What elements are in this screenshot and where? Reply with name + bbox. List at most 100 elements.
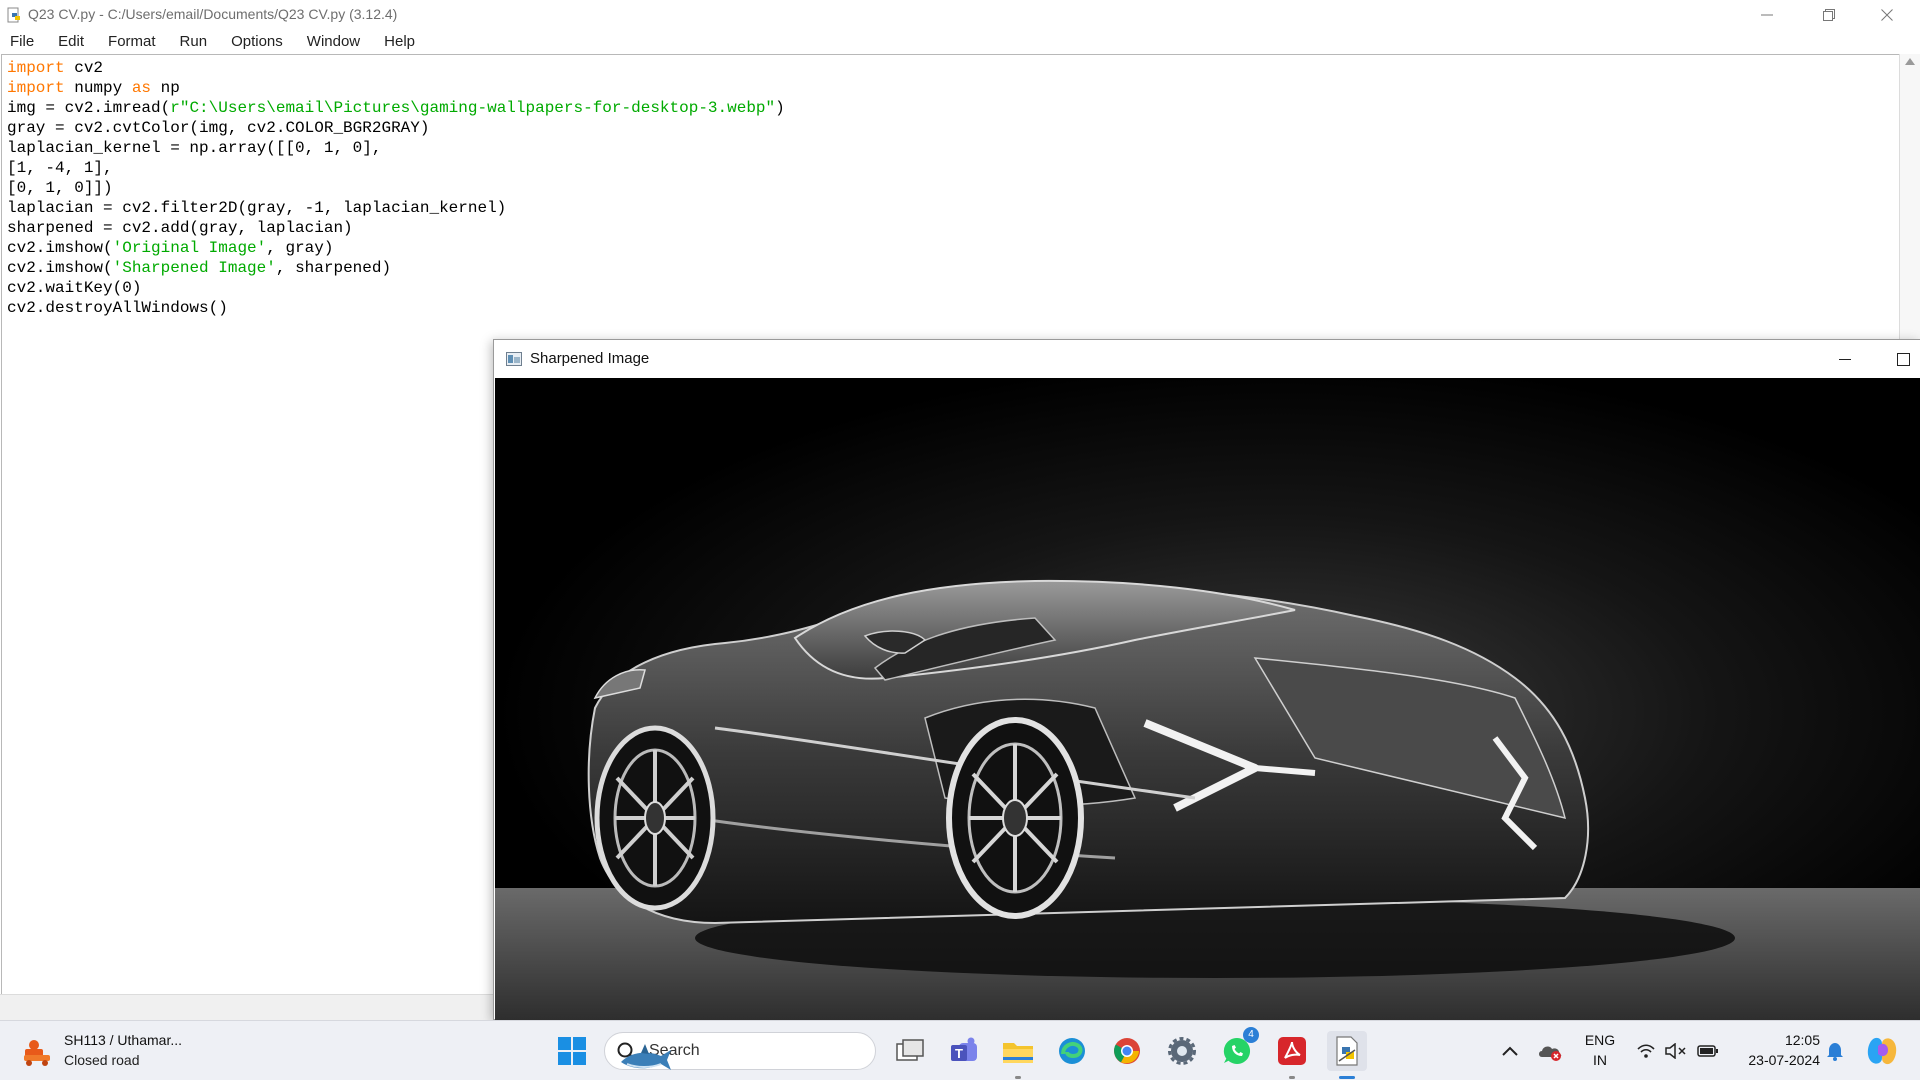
idle-taskbar-button[interactable] bbox=[1327, 1031, 1367, 1071]
code-line: laplacian_kernel = np.array([[0, 1, 0], bbox=[7, 138, 785, 158]
code-token: laplacian = cv2.filter2D(gray, -1, lapla… bbox=[7, 199, 507, 217]
idle-titlebar[interactable]: Q23 CV.py - C:/Users/email/Documents/Q23… bbox=[0, 0, 1920, 29]
search-highlight-shark-icon bbox=[621, 1044, 671, 1070]
code-token: numpy bbox=[64, 79, 132, 97]
notifications-button[interactable] bbox=[1818, 1031, 1852, 1071]
road-closed-icon bbox=[24, 1040, 50, 1066]
code-token: [1, -4, 1], bbox=[7, 159, 113, 177]
menu-help[interactable]: Help bbox=[378, 33, 415, 50]
notification-icon bbox=[1827, 1043, 1843, 1061]
idle-icon bbox=[1336, 1036, 1358, 1066]
clock-date[interactable]: 23-07-2024 bbox=[1730, 1052, 1820, 1068]
code-token: cv2.imshow( bbox=[7, 239, 113, 257]
menu-edit[interactable]: Edit bbox=[52, 33, 84, 50]
code-line: [1, -4, 1], bbox=[7, 158, 785, 178]
show-hidden-icons-button[interactable] bbox=[1493, 1031, 1527, 1071]
code-keyword: import bbox=[7, 79, 65, 97]
code-keyword: as bbox=[131, 79, 152, 97]
cv-minimize-button[interactable] bbox=[1831, 346, 1859, 372]
code-token: cv2.waitKey(0) bbox=[7, 279, 142, 297]
file-explorer-button[interactable] bbox=[998, 1031, 1038, 1071]
cv-titlebar[interactable]: Sharpened Image bbox=[494, 340, 1920, 378]
code-text: import cv2 import numpy as np img = cv2.im… bbox=[7, 58, 785, 318]
code-token: sharpened = cv2.add(gray, laplacian) bbox=[7, 219, 353, 237]
start-button[interactable] bbox=[552, 1031, 592, 1071]
whatsapp-button[interactable]: 4 bbox=[1217, 1027, 1259, 1071]
rear-wheel bbox=[594, 725, 716, 911]
language-line2[interactable]: IN bbox=[1579, 1052, 1621, 1068]
task-view-button[interactable] bbox=[890, 1031, 930, 1071]
code-line: laplacian = cv2.filter2D(gray, -1, lapla… bbox=[7, 198, 785, 218]
volume-muted-icon bbox=[1665, 1043, 1686, 1059]
menu-run[interactable]: Run bbox=[174, 33, 208, 50]
scroll-up-arrow-icon[interactable] bbox=[1905, 58, 1915, 65]
acrobat-running-indicator bbox=[1289, 1076, 1295, 1079]
task-view-icon bbox=[896, 1039, 924, 1061]
code-token: cv2 bbox=[64, 59, 104, 77]
weather-subtitle: Closed road bbox=[64, 1052, 140, 1068]
code-line: cv2.waitKey(0) bbox=[7, 278, 785, 298]
code-line: gray = cv2.cvtColor(img, cv2.COLOR_BGR2G… bbox=[7, 118, 785, 138]
code-token: img = cv2.imread( bbox=[7, 99, 171, 117]
svg-text:T: T bbox=[955, 1046, 963, 1061]
restore-button[interactable] bbox=[1800, 0, 1858, 29]
menu-file[interactable]: File bbox=[4, 33, 34, 50]
code-line: sharpened = cv2.add(gray, laplacian) bbox=[7, 218, 785, 238]
volume-button[interactable] bbox=[1661, 1031, 1691, 1071]
menu-bar: File Edit Format Run Options Window Help bbox=[0, 29, 1920, 54]
code-string: r"C:\Users\email\Pictures\gaming-wallpap… bbox=[170, 99, 776, 117]
weather-title: SH113 / Uthamar... bbox=[64, 1032, 183, 1048]
battery-button[interactable] bbox=[1691, 1031, 1725, 1071]
code-token: gray = cv2.cvtColor(img, cv2.COLOR_BGR2G… bbox=[7, 119, 430, 137]
wifi-button[interactable] bbox=[1631, 1031, 1661, 1071]
edge-icon bbox=[1059, 1038, 1085, 1064]
code-line: cv2.imshow('Original Image', gray) bbox=[7, 238, 785, 258]
chrome-button[interactable] bbox=[1107, 1031, 1147, 1071]
opencv-window-icon bbox=[506, 352, 522, 366]
cv-maximize-button[interactable] bbox=[1889, 346, 1917, 372]
code-line: import cv2 bbox=[7, 58, 785, 78]
menu-window[interactable]: Window bbox=[301, 33, 360, 50]
code-line: img = cv2.imread(r"C:\Users\email\Pictur… bbox=[7, 98, 785, 118]
code-token: ) bbox=[775, 99, 785, 117]
sharpened-image-window: Sharpened Image bbox=[493, 339, 1920, 1020]
settings-icon bbox=[1168, 1037, 1196, 1065]
taskbar-search[interactable]: Search bbox=[604, 1032, 876, 1070]
onedrive-button[interactable] bbox=[1533, 1031, 1567, 1071]
code-token: cv2.imshow( bbox=[7, 259, 113, 277]
menu-options[interactable]: Options bbox=[225, 33, 283, 50]
wifi-icon bbox=[1637, 1044, 1655, 1058]
copilot-icon bbox=[1867, 1037, 1897, 1065]
whatsapp-badge: 4 bbox=[1243, 1027, 1259, 1043]
edge-button[interactable] bbox=[1052, 1031, 1092, 1071]
file-explorer-running-indicator bbox=[1015, 1076, 1021, 1079]
settings-button[interactable] bbox=[1162, 1031, 1202, 1071]
teams-button[interactable]: T bbox=[944, 1031, 984, 1071]
clock-time[interactable]: 12:05 bbox=[1730, 1032, 1820, 1048]
battery-icon bbox=[1697, 1045, 1718, 1057]
code-keyword: import bbox=[7, 59, 65, 77]
code-line: import numpy as np bbox=[7, 78, 785, 98]
minimize-icon bbox=[1761, 14, 1773, 15]
minimize-button[interactable] bbox=[1738, 0, 1796, 29]
code-token: [0, 1, 0]]) bbox=[7, 179, 113, 197]
onedrive-icon bbox=[1539, 1046, 1562, 1061]
acrobat-button[interactable] bbox=[1272, 1031, 1312, 1071]
code-token: cv2.destroyAllWindows() bbox=[7, 299, 228, 317]
car-picture bbox=[495, 378, 1920, 1020]
close-button[interactable] bbox=[1858, 0, 1916, 29]
language-line1[interactable]: ENG bbox=[1579, 1032, 1621, 1048]
menu-format[interactable]: Format bbox=[102, 33, 156, 50]
code-string: 'Sharpened Image' bbox=[112, 259, 276, 277]
code-line: cv2.destroyAllWindows() bbox=[7, 298, 785, 318]
cv-window-title: Sharpened Image bbox=[530, 350, 650, 367]
code-token: , gray) bbox=[266, 239, 334, 257]
chevron-up-icon bbox=[1502, 1046, 1518, 1056]
front-wheel bbox=[946, 717, 1084, 919]
copilot-button[interactable] bbox=[1862, 1031, 1902, 1071]
taskbar: SH113 / Uthamar... Closed road Search T … bbox=[0, 1020, 1920, 1080]
restore-icon bbox=[1823, 8, 1835, 21]
weather-widget[interactable]: SH113 / Uthamar... Closed road bbox=[20, 1031, 220, 1071]
code-token: np bbox=[151, 79, 180, 97]
acrobat-icon bbox=[1278, 1037, 1306, 1065]
